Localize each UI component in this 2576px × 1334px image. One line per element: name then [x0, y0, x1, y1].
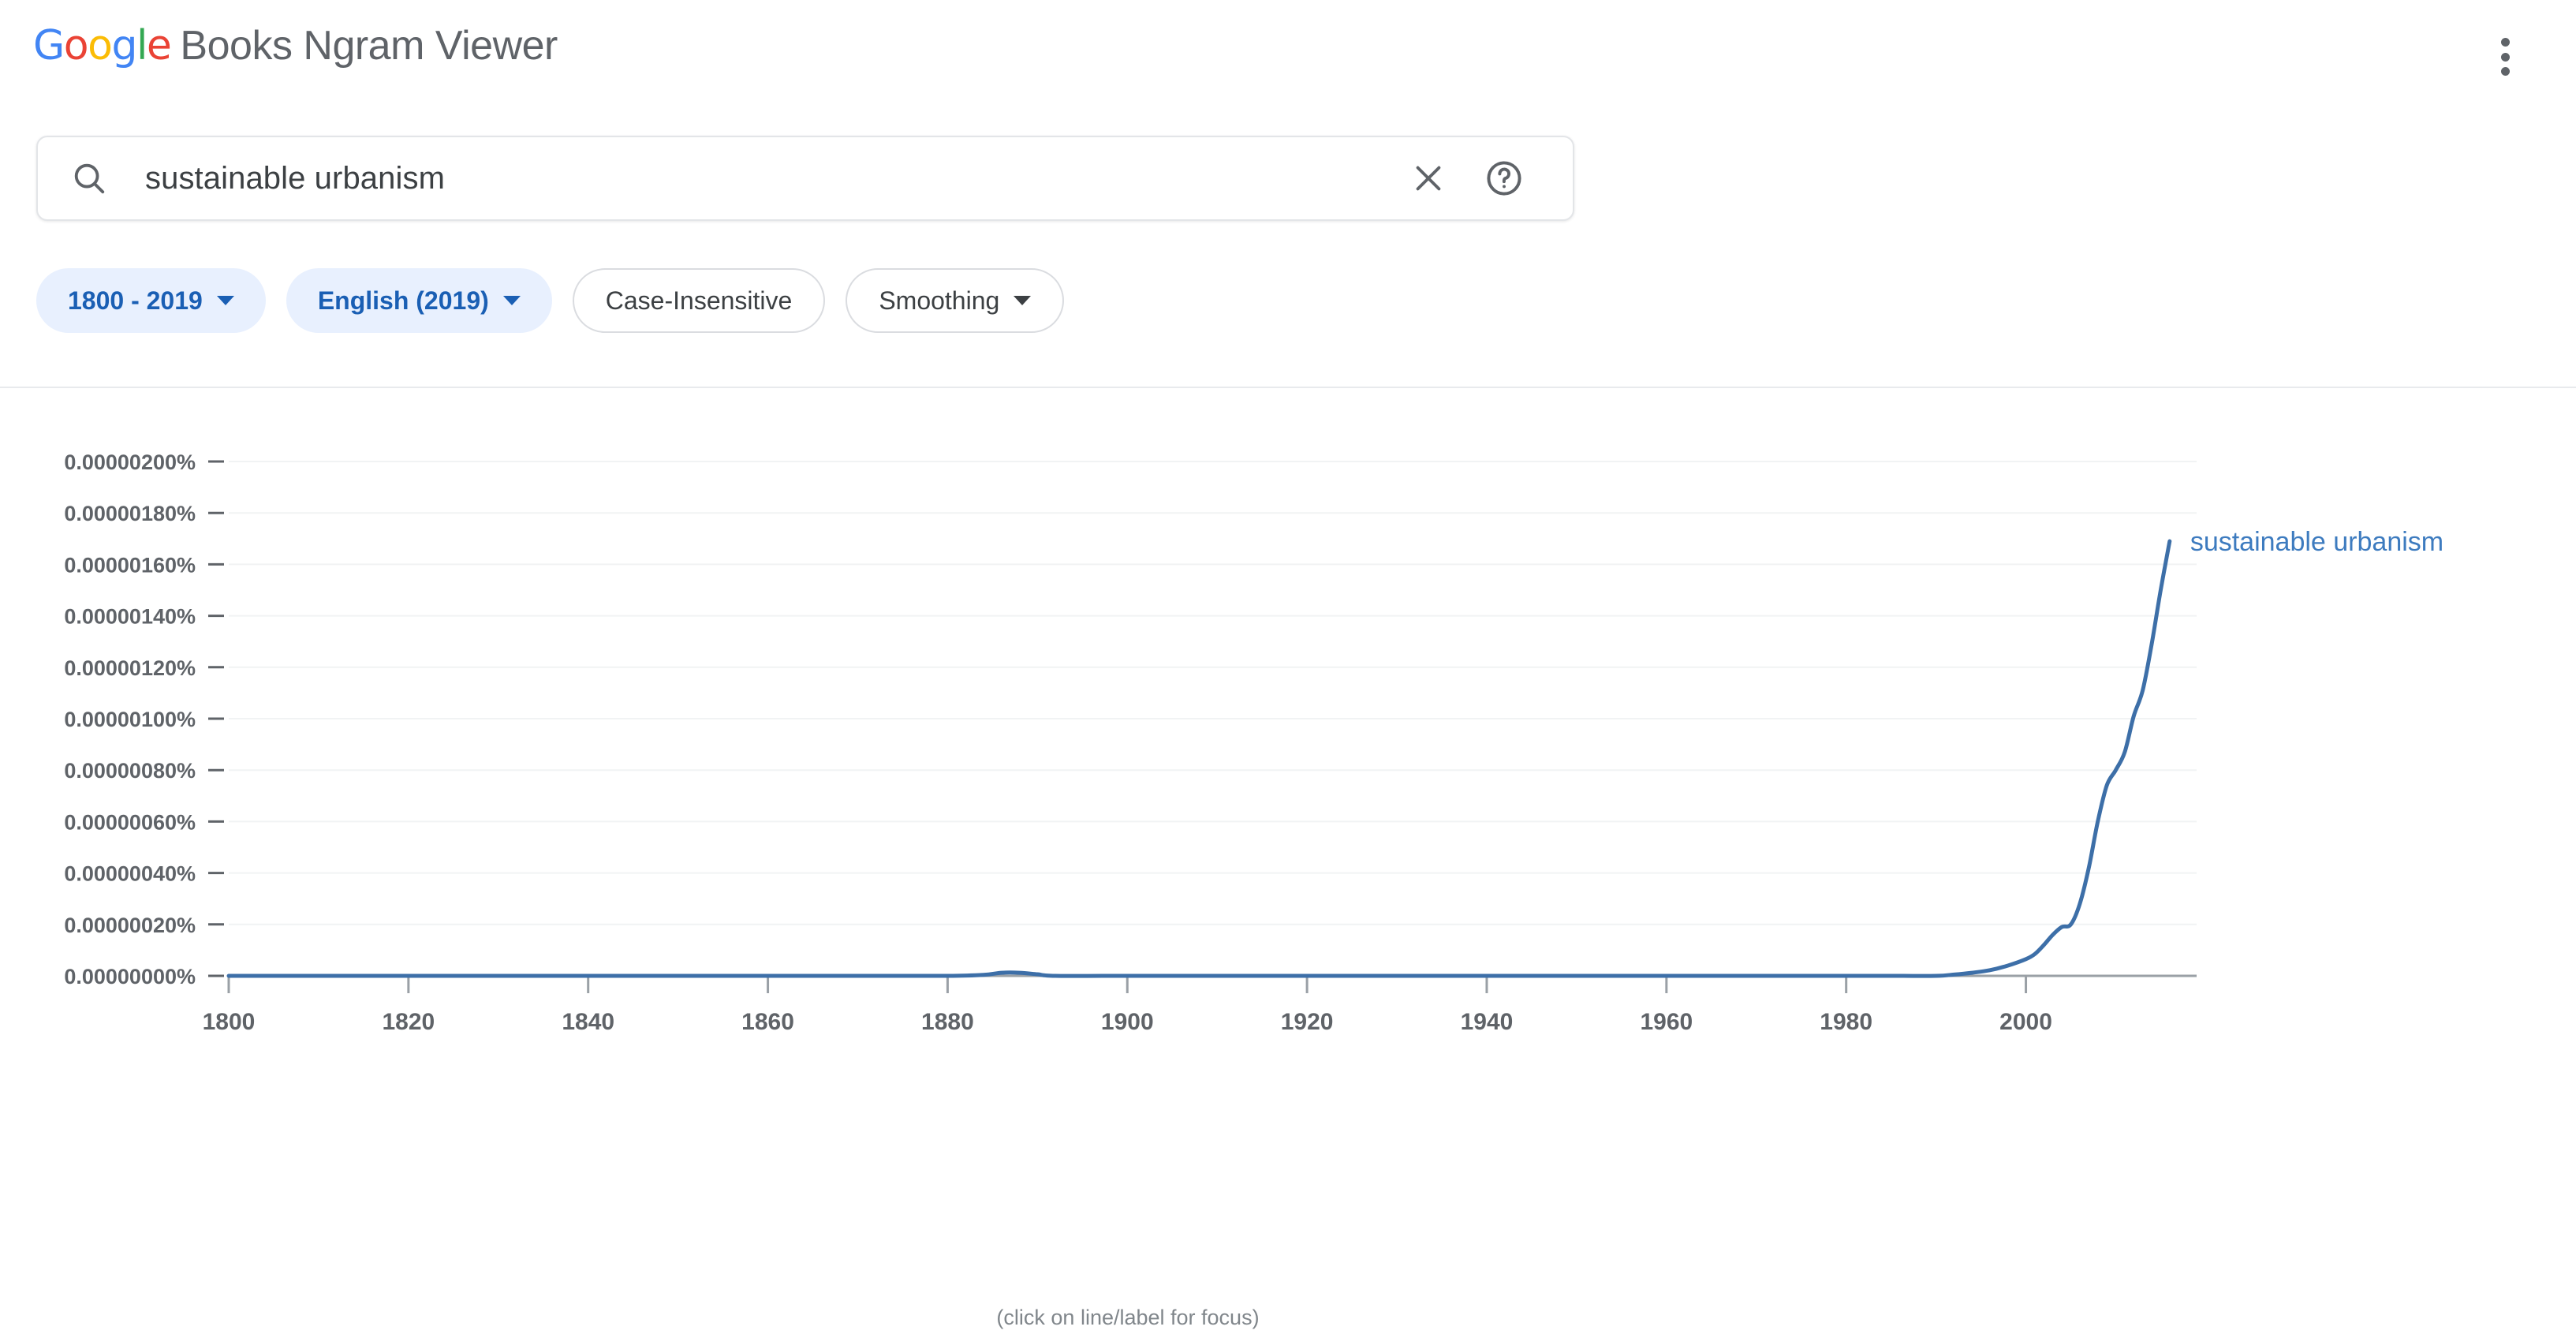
chip-date-range[interactable]: 1800 - 2019: [36, 268, 266, 333]
x-axis-tick-label: 1920: [1281, 1009, 1334, 1035]
series-line[interactable]: [229, 541, 2170, 976]
y-axis-tick-label: 0.00000180%: [64, 502, 196, 525]
y-axis-tick-label: 0.00000000%: [64, 965, 196, 988]
header-divider: [0, 387, 2576, 388]
x-axis-tick-label: 1980: [1820, 1009, 1872, 1035]
chip-case-insensitive-label: Case-Insensitive: [606, 286, 793, 316]
chip-corpus-label: English (2019): [318, 286, 489, 316]
y-axis-tick-label: 0.00000040%: [64, 862, 196, 886]
y-axis-tick-label: 0.00000060%: [64, 810, 196, 834]
x-axis-tick-label: 1860: [741, 1009, 794, 1035]
chip-case-insensitive[interactable]: Case-Insensitive: [573, 268, 826, 333]
chip-smoothing[interactable]: Smoothing: [846, 268, 1064, 333]
search-bar[interactable]: [36, 136, 1574, 221]
y-axis-tick-label: 0.00000200%: [64, 450, 196, 474]
dot-1: [2501, 38, 2510, 47]
x-axis-tick-label: 1820: [382, 1009, 435, 1035]
chevron-down-icon: [217, 296, 234, 305]
y-axis-tick-label: 0.00000160%: [64, 553, 196, 577]
y-axis-tick-label: 0.00000100%: [64, 708, 196, 731]
chart-footnote: (click on line/label for focus): [0, 1306, 2256, 1330]
x-axis-tick-label: 1960: [1640, 1009, 1693, 1035]
x-axis-tick-label: 1900: [1101, 1009, 1154, 1035]
chevron-down-icon: [1014, 296, 1031, 305]
app-title-rest: Books Ngram Viewer: [180, 23, 557, 69]
x-axis-tick-label: 1800: [203, 1009, 256, 1035]
x-axis-tick-label: 1840: [562, 1009, 614, 1035]
chip-smoothing-label: Smoothing: [879, 286, 999, 316]
chart-canvas[interactable]: 0.00000200% 0.00000180% 0.00000160% 0.00000…: [0, 394, 2576, 1286]
y-axis-tick-label: 0.00000140%: [64, 605, 196, 629]
chip-date-range-label: 1800 - 2019: [68, 286, 203, 316]
dot-3: [2501, 67, 2510, 76]
y-axis-tick-label: 0.00000080%: [64, 759, 196, 783]
series-label[interactable]: sustainable urbanism: [2190, 527, 2443, 557]
search-icon: [71, 160, 107, 196]
app-title: GoogleBooks Ngram Viewer: [33, 25, 558, 66]
search-input[interactable]: [145, 161, 1410, 196]
y-axis-tick-label: 0.00000120%: [64, 656, 196, 680]
chevron-down-icon: [503, 296, 521, 305]
chip-corpus[interactable]: English (2019): [286, 268, 552, 333]
dot-2: [2501, 53, 2510, 62]
x-axis-tick-label: 1940: [1461, 1009, 1514, 1035]
ngram-chart[interactable]: 0.00000200% 0.00000180% 0.00000160% 0.00000…: [0, 394, 2576, 1334]
close-icon[interactable]: [1410, 160, 1447, 196]
x-axis-tick-label: 1880: [921, 1009, 974, 1035]
google-logo: Google: [33, 22, 170, 69]
x-axis-tick-label: 2000: [1999, 1009, 2052, 1035]
app-header: GoogleBooks Ngram Viewer: [0, 0, 2576, 114]
y-axis-tick-label: 0.00000020%: [64, 914, 196, 937]
more-options-icon[interactable]: [2483, 33, 2527, 80]
help-circle-icon[interactable]: [1484, 159, 1524, 198]
filter-chip-row: 1800 - 2019 English (2019) Case-Insensit…: [36, 268, 1064, 333]
